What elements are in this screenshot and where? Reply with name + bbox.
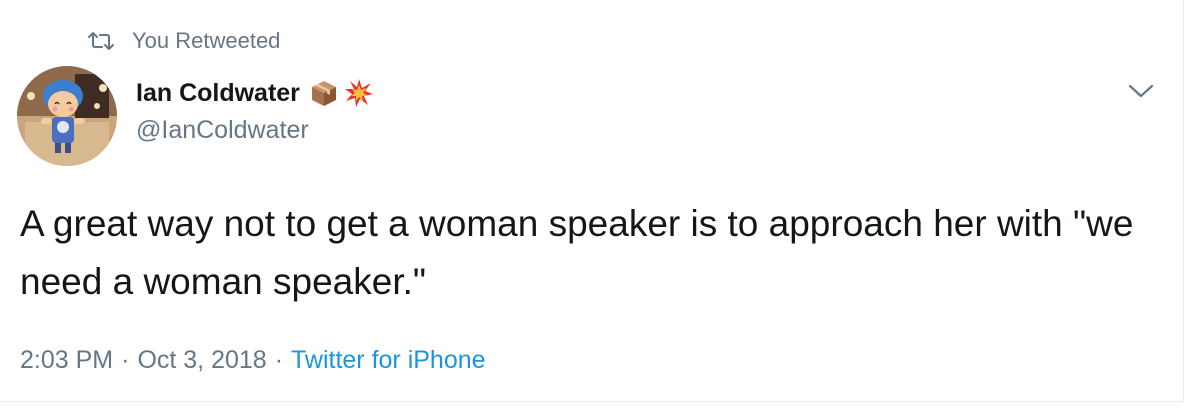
- meta-separator: ·: [274, 346, 284, 374]
- retweet-icon: [88, 32, 114, 50]
- tweet-date[interactable]: Oct 3, 2018: [137, 346, 266, 375]
- retweet-context: You Retweeted: [88, 28, 280, 54]
- author-handle[interactable]: @IanColdwater: [136, 116, 309, 145]
- chevron-down-icon[interactable]: [1125, 80, 1157, 102]
- author-display-name[interactable]: Ian Coldwater: [136, 79, 300, 108]
- avatar[interactable]: [17, 66, 117, 166]
- retweet-label: You Retweeted: [132, 28, 281, 53]
- tweet-text: A great way not to get a woman speaker i…: [20, 203, 1134, 302]
- collision-emoji: [344, 79, 373, 107]
- package-emoji: [311, 81, 336, 106]
- tweet-card[interactable]: You Retweeted Ian Coldwater @IanColdwate…: [0, 0, 1184, 402]
- meta-separator: ·: [121, 346, 130, 374]
- tweet-time[interactable]: 2:03 PM: [20, 346, 113, 375]
- tweet-source-link[interactable]: Twitter for iPhone: [291, 346, 486, 375]
- author-name-row[interactable]: Ian Coldwater: [136, 78, 374, 108]
- tweet-metadata: 2:03 PM · Oct 3, 2018 · Twitter for iPho…: [20, 346, 486, 375]
